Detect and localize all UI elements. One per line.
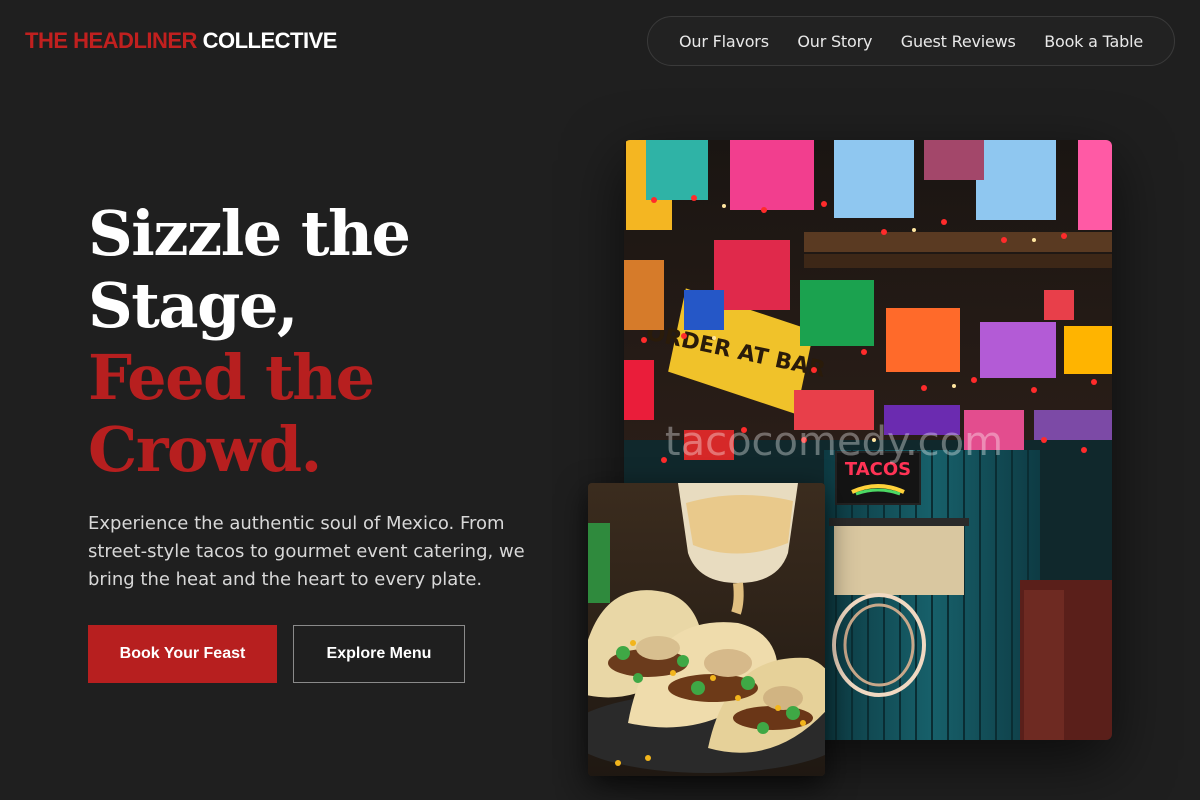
brand-name-accent: THE HEADLINER	[25, 28, 197, 53]
headline-line-3: Feed the	[88, 341, 375, 414]
brand-logo[interactable]: THE HEADLINER COLLECTIVE	[25, 28, 337, 54]
nav-item-book-a-table[interactable]: Book a Table	[1044, 32, 1143, 51]
headline-line-4: Crowd.	[88, 413, 322, 486]
book-your-feast-button[interactable]: Book Your Feast	[88, 625, 277, 683]
main-nav: Our Flavors Our Story Guest Reviews Book…	[647, 16, 1175, 66]
headline-line-1: Sizzle the	[88, 197, 411, 270]
explore-menu-button[interactable]: Explore Menu	[293, 625, 465, 683]
tacos-image	[588, 483, 825, 776]
tacos-illustration	[588, 483, 825, 776]
brand-name-rest: COLLECTIVE	[202, 28, 338, 53]
headline-line-2: Stage,	[88, 269, 298, 342]
nav-item-our-flavors[interactable]: Our Flavors	[679, 32, 769, 51]
hero-headline: Sizzle the Stage, Feed the Crowd.	[88, 197, 411, 486]
hero-description: Experience the authentic soul of Mexico.…	[88, 513, 525, 590]
nav-item-our-story[interactable]: Our Story	[797, 32, 872, 51]
nav-item-guest-reviews[interactable]: Guest Reviews	[901, 32, 1016, 51]
watermark-text: tacocomedy.com	[665, 419, 1003, 465]
